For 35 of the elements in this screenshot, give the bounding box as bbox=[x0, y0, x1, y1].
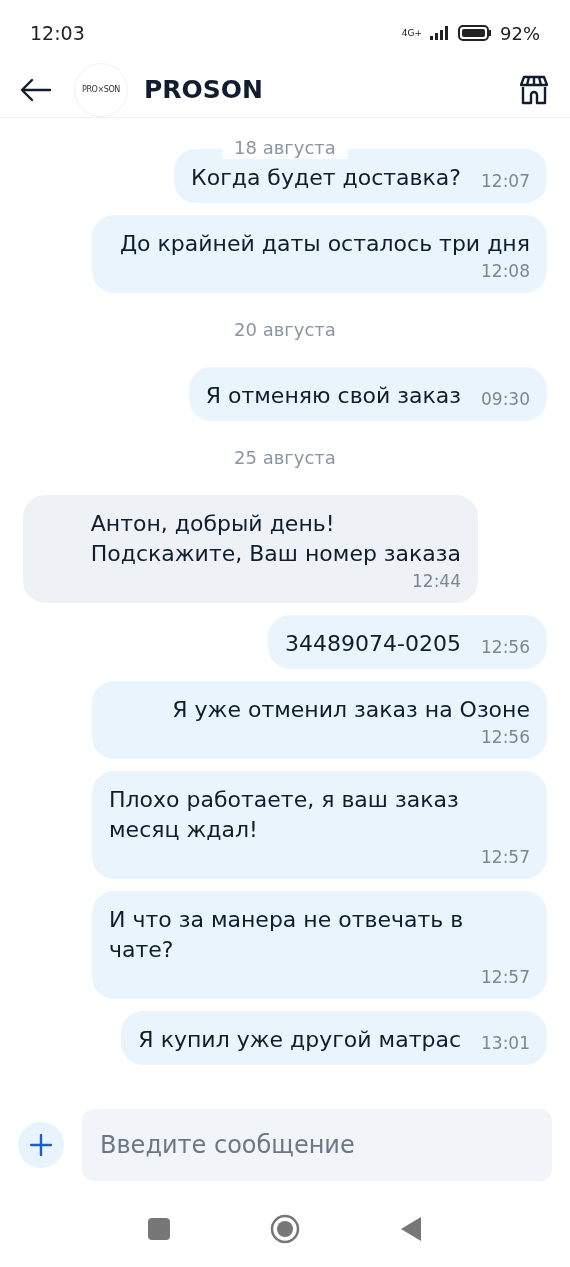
signal-icon bbox=[430, 26, 450, 40]
battery-level: 92% bbox=[500, 21, 540, 46]
status-time: 12:03 bbox=[30, 20, 85, 46]
message-text: Я уже отменил заказ на Озоне bbox=[172, 696, 530, 724]
message-time: 12:57 bbox=[481, 846, 530, 869]
message-time: 12:07 bbox=[481, 170, 530, 193]
date-label: 25 августа bbox=[233, 447, 337, 469]
message-text: Антон, добрый день! Подскажите, Ваш номер заказа bbox=[90, 510, 461, 568]
plus-icon bbox=[30, 1134, 52, 1156]
message-input[interactable]: Введите сообщение bbox=[82, 1109, 552, 1181]
message-time: 12:56 bbox=[481, 636, 530, 659]
home-icon[interactable] bbox=[270, 1214, 300, 1244]
battery-icon bbox=[458, 25, 492, 41]
recent-apps-icon[interactable] bbox=[148, 1218, 170, 1240]
message-time: 12:57 bbox=[481, 966, 530, 989]
logo-text: PRO×SON bbox=[82, 83, 120, 96]
back-arrow-icon bbox=[20, 77, 52, 102]
message-text: До крайней даты осталось три дня bbox=[119, 230, 530, 258]
chat-title: PROSON bbox=[144, 73, 263, 106]
message-text: Когда будет доставка? bbox=[191, 164, 461, 192]
network-label: 4G+ bbox=[401, 28, 422, 38]
message-time: 12:56 bbox=[481, 726, 530, 749]
message-text: Я купил уже другой матрас bbox=[138, 1026, 461, 1054]
add-button[interactable] bbox=[18, 1122, 64, 1168]
store-icon bbox=[520, 74, 548, 105]
date-label: 20 августа bbox=[233, 319, 337, 341]
message-time: 12:44 bbox=[412, 570, 461, 593]
message-text: 34489074-0205 bbox=[285, 630, 461, 658]
message-time: 09:30 bbox=[481, 388, 530, 411]
message-text: Плохо работаете, я ваш заказ месяц ждал! bbox=[109, 786, 460, 844]
message-text: И что за манера не отвечать в чате? bbox=[109, 906, 465, 964]
message-text: Я отменяю свой заказ bbox=[205, 382, 461, 410]
message-time: 13:01 bbox=[481, 1032, 530, 1055]
back-nav-icon[interactable] bbox=[400, 1216, 422, 1242]
message-time: 12:08 bbox=[481, 260, 530, 283]
